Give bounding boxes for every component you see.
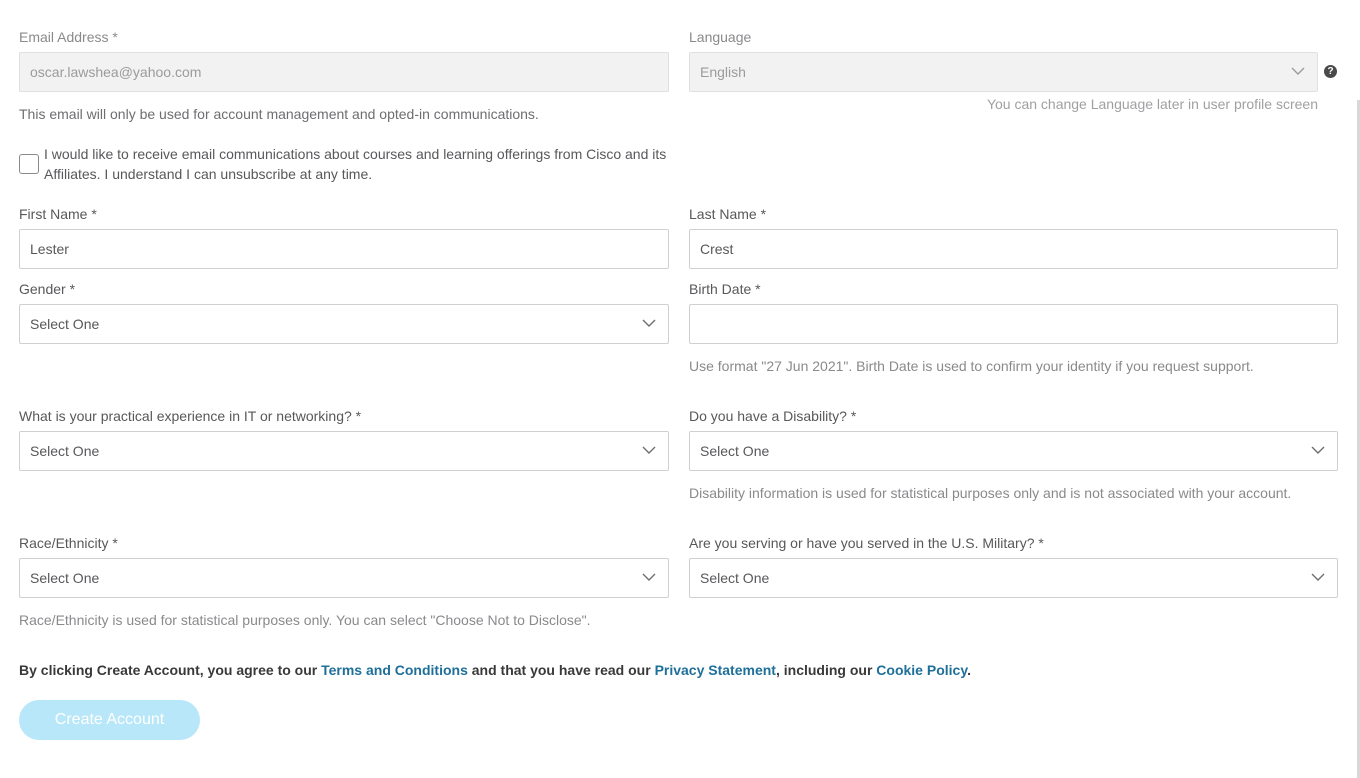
race-value: Select One <box>30 570 100 586</box>
gender-label: Gender * <box>19 281 76 297</box>
birth-date-label: Birth Date * <box>689 281 761 297</box>
language-value: English <box>700 64 746 80</box>
agreement-middle2: , including our <box>775 662 877 678</box>
chevron-down-icon <box>1311 573 1325 581</box>
experience-label: What is your practical experience in IT … <box>19 408 362 424</box>
chevron-down-icon <box>1311 446 1325 454</box>
race-select[interactable]: Select One <box>19 558 669 598</box>
agreement-text: By clicking Create Account, you agree to… <box>19 662 971 678</box>
email-field: oscar.lawshea@yahoo.com <box>19 52 669 92</box>
military-value: Select One <box>700 570 770 586</box>
race-label: Race/Ethnicity * <box>19 535 118 551</box>
first-name-value: Lester <box>30 241 69 257</box>
language-select[interactable]: English <box>689 52 1318 92</box>
last-name-label: Last Name * <box>689 206 767 222</box>
agreement-suffix: . <box>967 662 971 678</box>
disability-label: Do you have a Disability? * <box>689 408 857 424</box>
email-value: oscar.lawshea@yahoo.com <box>30 64 202 80</box>
birth-date-hint: Use format "27 Jun 2021". Birth Date is … <box>689 358 1254 374</box>
email-hint: This email will only be used for account… <box>19 106 539 122</box>
gender-value: Select One <box>30 316 100 332</box>
first-name-field[interactable]: Lester <box>19 229 669 269</box>
military-label: Are you serving or have you served in th… <box>689 535 1044 551</box>
agreement-middle: and that you have read our <box>467 662 655 678</box>
gender-select[interactable]: Select One <box>19 304 669 344</box>
cookie-link[interactable]: Cookie Policy <box>876 662 967 678</box>
last-name-value: Crest <box>700 241 734 257</box>
military-select[interactable]: Select One <box>689 558 1338 598</box>
first-name-label: First Name * <box>19 206 97 222</box>
email-label: Email Address * <box>19 29 118 45</box>
chevron-down-icon <box>642 446 656 454</box>
privacy-link[interactable]: Privacy Statement <box>655 662 776 678</box>
email-consent-checkbox[interactable] <box>19 154 39 174</box>
disability-value: Select One <box>700 443 770 459</box>
experience-value: Select One <box>30 443 100 459</box>
language-hint: You can change Language later in user pr… <box>986 96 1318 112</box>
chevron-down-icon <box>1291 67 1305 75</box>
create-account-button[interactable]: Create Account <box>19 700 200 740</box>
terms-link[interactable]: Terms and Conditions <box>321 662 468 678</box>
email-consent-text: I would like to receive email communicat… <box>44 146 667 182</box>
disability-hint: Disability information is used for stati… <box>689 485 1292 501</box>
agreement-prefix: By clicking Create Account, you agree to… <box>19 662 322 678</box>
help-icon[interactable]: ? <box>1324 65 1337 78</box>
disability-select[interactable]: Select One <box>689 431 1338 471</box>
last-name-field[interactable]: Crest <box>689 229 1338 269</box>
experience-select[interactable]: Select One <box>19 431 669 471</box>
chevron-down-icon <box>642 573 656 581</box>
race-hint: Race/Ethnicity is used for statistical p… <box>19 612 591 628</box>
chevron-down-icon <box>642 319 656 327</box>
birth-date-field[interactable] <box>689 304 1338 344</box>
language-label: Language <box>689 29 752 45</box>
